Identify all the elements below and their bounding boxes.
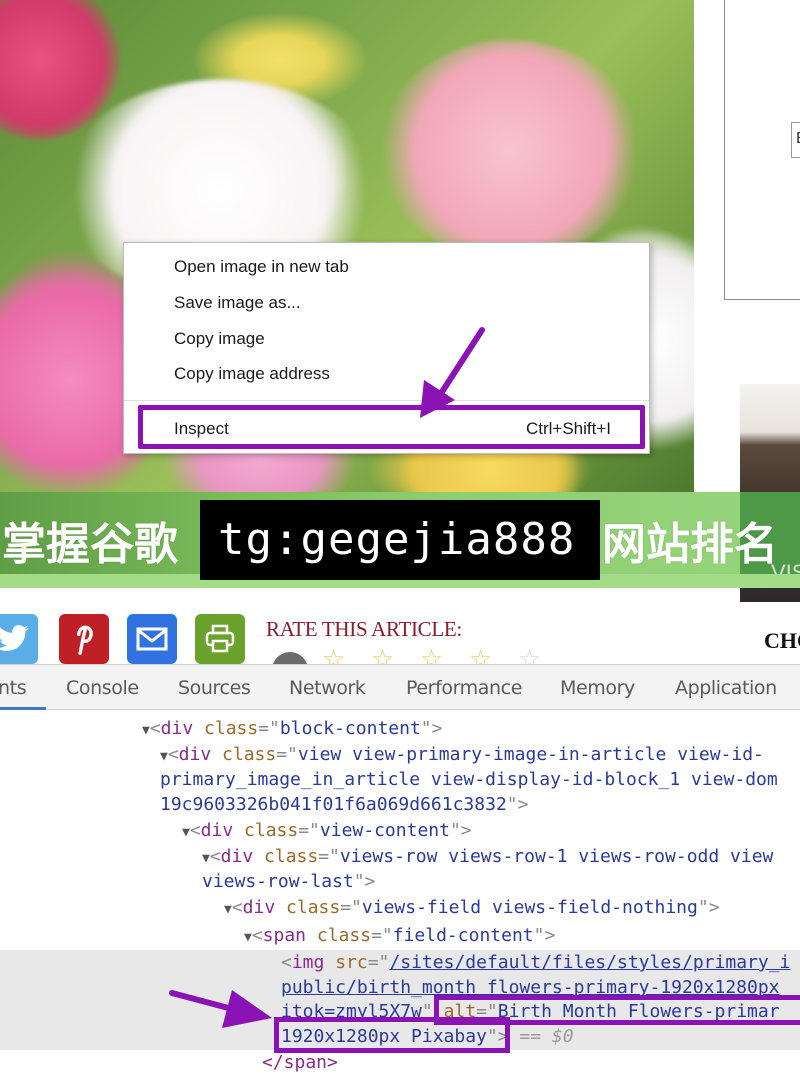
dom-node-img[interactable]: <img src="/sites/default/files/styles/pr… [281, 950, 790, 975]
inspect-highlight-box [138, 405, 645, 449]
active-tab-indicator [0, 707, 46, 710]
expand-triangle-icon[interactable]: ▼ [202, 851, 210, 866]
sidebar-widget-box [724, 0, 800, 300]
rate-article-title: RATE THIS ARTICLE: [266, 617, 462, 641]
sidebar-heading-partial: CHO [764, 628, 800, 653]
dom-node-view-content[interactable]: ▼<div class="view-content"> [182, 818, 472, 845]
expand-triangle-icon[interactable]: ▼ [142, 723, 150, 738]
dom-node-views-row-cont: views-row-last"> [202, 871, 376, 892]
dom-node-views-field[interactable]: ▼<div class="views-field views-field-not… [224, 895, 720, 922]
tab-application[interactable]: Application [675, 677, 777, 699]
menu-item-copy-image[interactable]: Copy image [174, 329, 265, 349]
img-src-link[interactable]: /sites/default/files/styles/primary_i [389, 952, 790, 973]
menu-item-save-image-as[interactable]: Save image as... [174, 293, 301, 313]
expand-triangle-icon[interactable]: ▼ [160, 749, 168, 764]
expand-triangle-icon[interactable]: ▼ [244, 930, 252, 945]
print-button[interactable] [195, 614, 245, 664]
menu-item-open-image-new-tab[interactable]: Open image in new tab [174, 257, 349, 277]
tab-console[interactable]: Console [66, 677, 139, 699]
watermark-text-right: 网站排名 [602, 519, 778, 570]
dom-node-view[interactable]: ▼<div class="view view-primary-image-in-… [160, 742, 764, 769]
tab-performance[interactable]: Performance [406, 677, 522, 699]
pinterest-icon [77, 625, 93, 655]
printer-icon [205, 624, 235, 653]
dom-node-views-row[interactable]: ▼<div class="views-row views-row-1 views… [202, 844, 773, 871]
dom-node-span-close[interactable]: </span> [262, 1050, 338, 1075]
dom-node-field-content[interactable]: ▼<span class="field-content"> [244, 923, 555, 950]
sidebar-input[interactable]: E [791, 122, 800, 158]
twitter-icon [0, 624, 29, 651]
menu-separator [124, 400, 649, 401]
devtools-tab-bar: nts Console Sources Network Performance … [0, 664, 800, 710]
tab-memory[interactable]: Memory [560, 677, 635, 699]
watermark-text-center: tg:gegejia888 [200, 500, 600, 580]
tab-network[interactable]: Network [289, 677, 366, 699]
email-icon [136, 627, 168, 651]
watermark-text-left: 掌握谷歌 [2, 519, 178, 570]
tab-elements[interactable]: nts [0, 677, 27, 699]
dom-node-view-cont1: primary_image_in_article view-display-id… [160, 769, 778, 790]
tab-sources[interactable]: Sources [178, 677, 251, 699]
menu-item-copy-image-address[interactable]: Copy image address [174, 364, 330, 384]
expand-triangle-icon[interactable]: ▼ [224, 902, 232, 917]
selected-node-marker: == $0 [519, 1026, 574, 1047]
dom-node-view-cont2: 19c9603326b041f01f6a069d661c3832"> [160, 794, 529, 815]
share-pinterest-button[interactable] [59, 614, 109, 664]
expand-triangle-icon[interactable]: ▼ [182, 825, 190, 840]
share-email-button[interactable] [127, 614, 177, 664]
alt-highlight-box-bottom [274, 1017, 510, 1053]
dom-node-block-content[interactable]: ▼<div class="block-content"> [142, 716, 442, 743]
share-twitter-button[interactable] [0, 614, 38, 664]
